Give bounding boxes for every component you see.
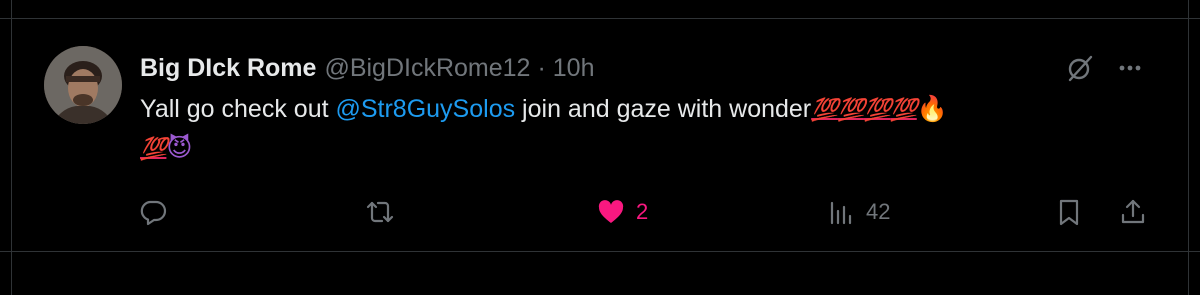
tweet-frame: Big DIck Rome @BigDIckRome12 · 10h Yall … xyxy=(0,0,1200,295)
like-button[interactable]: 2 xyxy=(596,194,648,230)
mention-link[interactable]: @Str8GuySolos xyxy=(335,95,515,123)
fire-emoji: 🔥 xyxy=(916,94,948,123)
avatar[interactable] xyxy=(44,46,122,124)
views-count: 42 xyxy=(866,199,891,224)
hundred-emoji: 💯 xyxy=(811,98,838,123)
tweet-text-part: Yall go check out xyxy=(140,95,336,123)
retweet-icon xyxy=(366,201,394,223)
display-name[interactable]: Big DIck Rome xyxy=(140,54,316,83)
like-count: 2 xyxy=(636,199,649,224)
hundred-emoji: 💯 xyxy=(837,98,865,123)
bottom-divider xyxy=(0,251,1200,252)
more-options-icon[interactable] xyxy=(1112,50,1148,86)
share-button[interactable] xyxy=(1118,194,1148,230)
grok-icon[interactable] xyxy=(1062,50,1098,86)
devil-emoji: 😈 xyxy=(166,133,193,162)
heart-filled-icon xyxy=(598,200,624,223)
hundred-emoji: 💯 xyxy=(890,98,917,123)
avatar-image xyxy=(44,46,122,124)
views-button[interactable]: 42 xyxy=(826,194,890,230)
separator-dot: · xyxy=(537,53,546,82)
bookmark-button[interactable] xyxy=(1054,194,1084,230)
hundred-emoji: 💯 xyxy=(863,98,891,123)
reply-button[interactable] xyxy=(138,194,168,230)
tweet-header: Big DIck Rome @BigDIckRome12 · 10h xyxy=(140,52,595,84)
top-divider xyxy=(0,18,1200,19)
user-handle[interactable]: @BigDIckRome12 xyxy=(324,54,530,83)
share-icon xyxy=(1121,199,1145,224)
retweet-button[interactable] xyxy=(365,194,395,230)
reply-icon xyxy=(140,200,167,226)
timestamp[interactable]: 10h xyxy=(553,54,595,83)
hundred-emoji: 💯 xyxy=(140,137,167,162)
tweet-text: Yall go check out @Str8GuySolos join and… xyxy=(140,90,1150,168)
bookmark-icon xyxy=(1059,199,1079,226)
bar-chart-icon xyxy=(830,201,852,225)
tweet-text-part: join and gaze with wonder xyxy=(515,95,812,123)
